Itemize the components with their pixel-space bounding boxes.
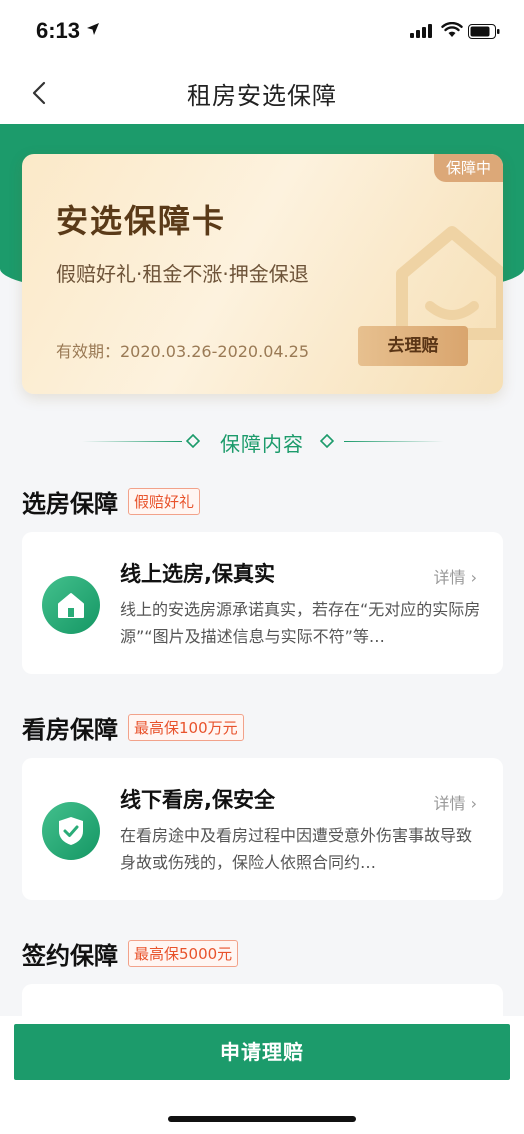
benefit-card-offline-viewing[interactable]: 线下看房,保安全 详情 › 在看房途中及看房过程中因遭受意外伤害事故导致身故或伤… [22,758,503,900]
protection-card: 保障中 安选保障卡 假赔好礼·租金不涨·押金保退 有效期：2020.03.26-… [22,154,503,394]
benefit-description: 在看房途中及看房过程中因遭受意外伤害事故导致身故或伤残的，保险人依照合同约… [120,826,473,872]
category-header-viewing: 看房保障 最高保100万元 [22,710,244,744]
bottom-bar: 申请理赔 [0,1016,524,1134]
divider-line [344,441,444,442]
location-arrow-icon [87,23,99,35]
apply-claim-button[interactable]: 申请理赔 [14,1024,510,1080]
card-title: 安选保障卡 [56,202,227,240]
shield-check-icon [42,802,100,860]
category-header-house-selection: 选房保障 假赔好礼 [22,484,201,518]
section-header: 保障内容 [0,424,524,460]
house-icon [42,576,100,634]
detail-link[interactable]: 详情 › [434,564,478,588]
benefit-title: 线上选房,保真实 [120,562,275,586]
go-claim-button[interactable]: 去理赔 [358,326,468,366]
battery-icon [468,24,500,39]
benefit-card-online-selection[interactable]: 线上选房,保真实 详情 › 线上的安选房源承诺真实，若存在“无对应的实际房源”“… [22,532,503,674]
diamond-icon [320,434,334,448]
benefit-description: 线上的安选房源承诺真实，若存在“无对应的实际房源”“图片及描述信息与实际不符”等… [120,600,481,646]
detail-link[interactable]: 详情 › [434,790,478,814]
nav-bar: 租房安选保障 [0,62,524,124]
signal-icon [410,24,432,38]
page-title: 租房安选保障 [187,82,337,110]
validity-period: 有效期：2020.03.26-2020.04.25 [56,342,309,361]
house-watermark-icon [396,226,503,340]
category-tag: 假赔好礼 [128,487,201,515]
status-bar: 6:13 [0,0,524,62]
category-title: 选房保障 [22,489,118,518]
category-title: 签约保障 [22,941,118,970]
category-title: 看房保障 [22,715,118,744]
category-header-signing: 签约保障 最高保5000元 [22,936,239,970]
card-subtitle: 假赔好礼·租金不涨·押金保退 [56,262,309,286]
status-badge: 保障中 [433,154,503,182]
category-tag: 最高保5000元 [128,939,239,967]
home-indicator[interactable] [168,1116,356,1122]
benefit-title: 线下看房,保安全 [120,788,275,812]
status-time: 6:13 [36,18,81,43]
category-tag: 最高保100万元 [128,713,244,741]
section-title: 保障内容 [220,432,304,456]
wifi-icon [441,22,463,37]
